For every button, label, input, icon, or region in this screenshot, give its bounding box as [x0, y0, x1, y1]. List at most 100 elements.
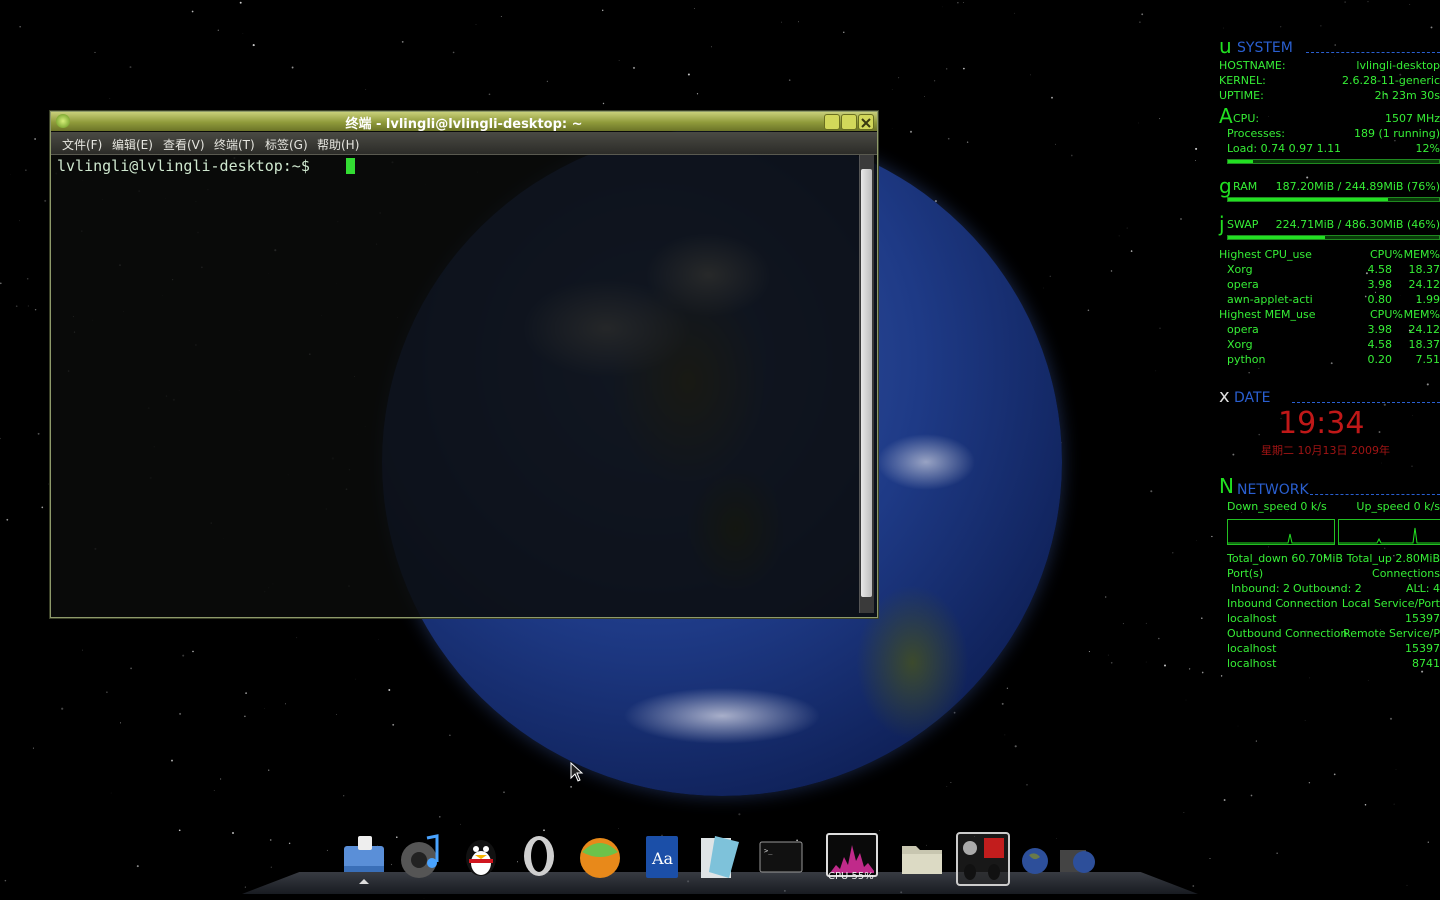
upload-graph-plot: [1339, 527, 1440, 544]
process-mem: 24.12: [1408, 323, 1440, 336]
music-player-icon[interactable]: [397, 832, 445, 880]
star: [1150, 490, 1153, 493]
star: [15, 305, 18, 308]
menu-terminal[interactable]: 终端(T): [214, 136, 255, 153]
star: [392, 723, 395, 726]
star: [963, 67, 965, 70]
star: [268, 769, 270, 771]
cpu-bar-fill: [1228, 160, 1254, 163]
download-graph: [1227, 519, 1335, 545]
star: [44, 199, 47, 202]
star: [957, 2, 959, 4]
terminal-scrollbar[interactable]: [859, 155, 874, 613]
qq-penguin-icon[interactable]: [457, 832, 505, 880]
window-title: 终端 - lvlingli@lvlingli-desktop: ~: [345, 117, 583, 132]
text-editor-icon[interactable]: [695, 832, 743, 880]
process-cpu: 3.98: [1367, 323, 1393, 336]
swap-glyph: j: [1219, 212, 1225, 236]
menu-tabs[interactable]: 标签(G): [265, 136, 308, 153]
network-title: NETWORK: [1237, 482, 1309, 498]
star: [798, 21, 799, 23]
ram-value: 187.20MiB / 244.89MiB (76%): [1275, 180, 1440, 193]
kernel-label: KERNEL:: [1219, 74, 1266, 87]
star: [94, 51, 96, 53]
star: [618, 828, 619, 829]
process-cpu: 0.80: [1367, 293, 1393, 306]
star: [1201, 671, 1204, 674]
terminal-output[interactable]: lvlingli@lvlingli-desktop:~$: [51, 155, 859, 615]
menu-file[interactable]: 文件(F): [62, 136, 102, 153]
process-mem: 1.99: [1415, 293, 1440, 306]
menu-view[interactable]: 查看(V): [163, 136, 205, 153]
process-mem: 18.37: [1408, 338, 1440, 351]
star: [82, 649, 83, 651]
cpu-frequency: 1507 MHz: [1384, 112, 1440, 125]
star: [213, 790, 215, 792]
star: [1004, 734, 1006, 736]
star: [460, 823, 461, 825]
dictionary-icon[interactable]: Aa: [638, 832, 686, 880]
uptime-label: UPTIME:: [1219, 89, 1264, 102]
folder-icon[interactable]: [898, 832, 946, 880]
clock-time: 19:34: [1278, 406, 1365, 441]
section-divider: [1292, 402, 1440, 403]
top-mem-col-cpu: CPU%: [1370, 308, 1403, 321]
file-manager-icon[interactable]: [340, 832, 388, 884]
star: [0, 282, 2, 285]
star: [898, 77, 900, 79]
close-icon[interactable]: [858, 114, 874, 130]
star: [1105, 596, 1107, 598]
star: [963, 2, 964, 3]
star: [1276, 852, 1278, 854]
svg-text:Aa: Aa: [651, 849, 674, 868]
opera-icon[interactable]: [515, 832, 563, 880]
star: [1001, 702, 1004, 705]
star: [1237, 725, 1239, 727]
terminal-titlebar[interactable]: 终端 - lvlingli@lvlingli-desktop: ~: [51, 112, 877, 132]
star: [41, 506, 44, 509]
swap-value: 224.71MiB / 486.30MiB (46%): [1275, 218, 1440, 231]
swap-bar-fill: [1228, 236, 1326, 239]
star: [488, 93, 491, 96]
terminal-icon[interactable]: >_: [757, 832, 805, 880]
scrollbar-thumb[interactable]: [861, 169, 872, 597]
star: [244, 715, 246, 718]
section-divider: [1310, 494, 1440, 495]
star: [1183, 812, 1185, 813]
star: [1250, 794, 1253, 797]
star: [388, 689, 391, 691]
maximize-icon[interactable]: [841, 114, 857, 130]
system-glyph: u: [1219, 34, 1232, 58]
star: [632, 66, 636, 69]
processes-label: Processes:: [1227, 127, 1285, 140]
process-name: Xorg: [1227, 263, 1253, 276]
star: [966, 141, 969, 143]
star: [1087, 309, 1090, 312]
star: [343, 795, 345, 797]
menu-edit[interactable]: 编辑(E): [112, 136, 153, 153]
date-title: DATE: [1234, 390, 1271, 406]
star: [269, 839, 272, 841]
menu-help[interactable]: 帮助(H): [317, 136, 359, 153]
star: [1159, 118, 1161, 120]
mail-icon[interactable]: [576, 832, 624, 880]
globe-icon[interactable]: [1020, 846, 1050, 876]
terminal-window[interactable]: 终端 - lvlingli@lvlingli-desktop: ~ 文件(F) …: [50, 111, 878, 618]
star: [390, 863, 393, 866]
star: [220, 778, 222, 780]
cpu-load-percent: 12%: [1415, 142, 1440, 155]
minimize-icon[interactable]: [824, 114, 840, 130]
uptime-value: 2h 23m 30s: [1374, 89, 1440, 102]
globe-screen-icon[interactable]: [1058, 846, 1098, 876]
ports-label: Port(s): [1227, 567, 1264, 580]
tray-applet-icon[interactable]: [956, 832, 1010, 886]
star: [217, 29, 219, 31]
star: [891, 89, 893, 90]
star: [355, 678, 356, 680]
star: [1406, 884, 1408, 886]
star: [1138, 122, 1139, 124]
star: [244, 886, 246, 888]
conky-monitor: u SYSTEM HOSTNAME: lvlingli-desktop KERN…: [1216, 32, 1440, 682]
star: [1141, 13, 1144, 16]
connection-host: localhost: [1227, 642, 1277, 655]
